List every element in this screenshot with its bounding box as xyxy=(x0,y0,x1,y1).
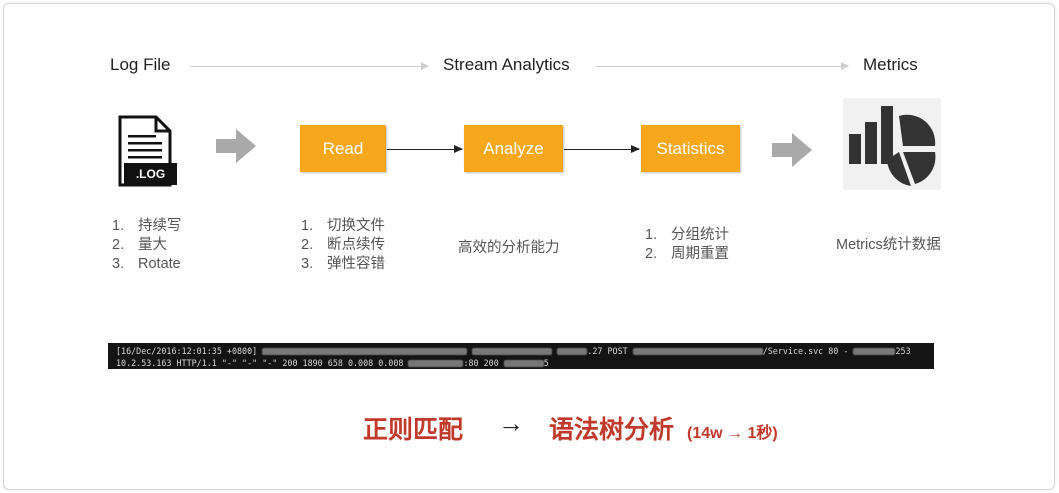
statistics-box: Statistics xyxy=(641,125,740,172)
list-item: 1. 切换文件 xyxy=(301,218,385,234)
log-sample-bar: [16/Dec/2016:12:01:35 +0800] .27 POST /S… xyxy=(108,343,934,369)
redacted-block xyxy=(853,348,896,355)
redacted-block xyxy=(632,348,763,355)
stage-title-log-file: Log File xyxy=(110,55,171,74)
metrics-note: Metrics统计数据 xyxy=(836,237,941,253)
grey-arrow-icon-1 xyxy=(216,129,256,168)
redacted-block xyxy=(557,348,588,355)
metrics-chart-icon xyxy=(843,98,943,195)
log-file-icon: .LOG xyxy=(118,115,180,187)
bottom-arrow: → xyxy=(498,408,524,438)
stage-title-stream-analytics: Stream Analytics xyxy=(443,55,570,74)
list-item: 3. Rotate xyxy=(112,256,181,272)
log-badge: .LOG xyxy=(124,163,177,185)
read-box: Read xyxy=(300,125,386,172)
statistics-list: 1. 分组统计 2. 周期重置 xyxy=(645,226,729,264)
redacted-block xyxy=(472,348,553,355)
grey-arrow-icon-2 xyxy=(772,133,812,172)
syntax-tree-label: 语法树分析 xyxy=(549,416,675,444)
list-item: 1. 分组统计 xyxy=(645,227,729,243)
regex-label: 正则匹配 xyxy=(363,416,464,444)
top-arrow-1 xyxy=(190,62,429,70)
redacted-block xyxy=(503,360,544,367)
performance-note: (14w → 1秒) xyxy=(687,425,778,442)
analyze-note: 高效的分析能力 xyxy=(458,240,560,256)
analyze-box: Analyze xyxy=(464,125,563,172)
log-line-1: [16/Dec/2016:12:01:35 +0800] .27 POST /S… xyxy=(116,346,911,356)
list-item: 2. 周期重置 xyxy=(645,246,729,262)
read-list: 1. 切换文件 2. 断点续传 3. 弹性容错 xyxy=(301,217,385,274)
stage-title-metrics: Metrics xyxy=(863,55,918,74)
read-to-analyze-arrow xyxy=(387,145,463,153)
list-item: 1. 持续写 xyxy=(112,218,182,234)
top-arrow-2 xyxy=(596,62,849,70)
list-item: 2. 量大 xyxy=(112,237,167,253)
list-item: 3. 弹性容错 xyxy=(301,256,385,272)
log-file-list: 1. 持续写 2. 量大 3. Rotate xyxy=(112,217,182,274)
redacted-block xyxy=(262,348,468,355)
log-line-2: 10.2.53.163 HTTP/1.1 "-" "-" "-" 200 189… xyxy=(116,358,549,368)
analyze-to-statistics-arrow xyxy=(564,145,640,153)
list-item: 2. 断点续传 xyxy=(301,237,385,253)
redacted-block xyxy=(408,360,464,367)
